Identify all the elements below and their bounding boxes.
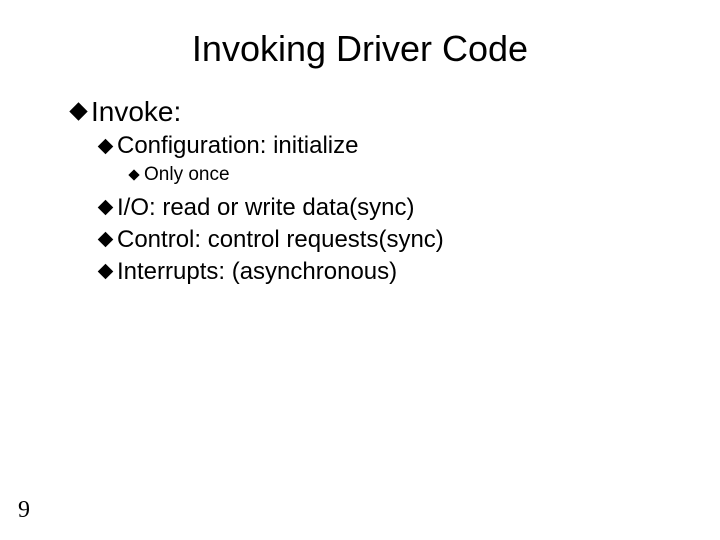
- bullet-text: Control: control requests(sync): [117, 225, 444, 255]
- bullet-text: Configuration: initialize: [117, 131, 358, 161]
- bullet-level3: Only once: [130, 163, 660, 187]
- bullet-level1: Invoke:: [72, 94, 660, 129]
- diamond-bullet-icon: [69, 102, 87, 120]
- bullet-text: Interrupts: (asynchronous): [117, 257, 397, 287]
- slide-body: Invoke: Configuration: initialize Only o…: [72, 90, 660, 289]
- diamond-bullet-icon: [128, 169, 139, 180]
- bullet-text: I/O: read or write data(sync): [117, 193, 414, 223]
- diamond-bullet-icon: [98, 138, 114, 154]
- bullet-text: Invoke:: [91, 94, 181, 129]
- bullet-level2: I/O: read or write data(sync): [100, 193, 660, 223]
- page-number: 9: [18, 497, 30, 524]
- bullet-text: Only once: [144, 163, 230, 187]
- bullet-level2: Interrupts: (asynchronous): [100, 257, 660, 287]
- bullet-level2: Control: control requests(sync): [100, 225, 660, 255]
- slide: Invoking Driver Code Invoke: Configurati…: [0, 0, 720, 540]
- bullet-level2: Configuration: initialize: [100, 131, 660, 161]
- diamond-bullet-icon: [98, 264, 114, 280]
- diamond-bullet-icon: [98, 200, 114, 216]
- slide-title: Invoking Driver Code: [0, 28, 720, 70]
- diamond-bullet-icon: [98, 232, 114, 248]
